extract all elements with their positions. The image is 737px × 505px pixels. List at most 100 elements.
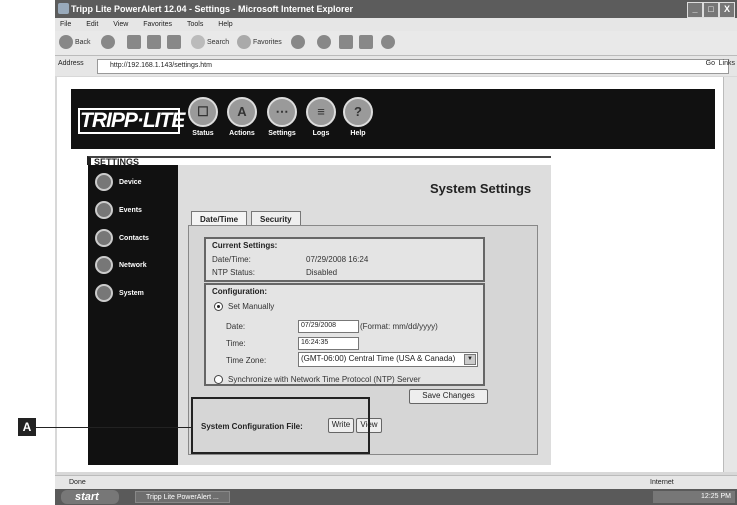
timezone-label: Time Zone: xyxy=(226,356,267,365)
sidebar-item-label: System xyxy=(119,289,144,297)
messenger-icon xyxy=(381,35,395,50)
stop-button[interactable] xyxy=(127,35,143,51)
nav-actions-label: Actions xyxy=(229,130,255,137)
contacts-icon xyxy=(95,229,113,247)
nav-logs-label: Logs xyxy=(312,130,330,137)
tripp-lite-logo: TRIPP·LITE xyxy=(78,108,185,134)
edit-icon xyxy=(359,35,373,50)
mail-button[interactable] xyxy=(317,35,333,51)
settings-icon: ⋯ xyxy=(267,97,297,127)
chevron-down-icon[interactable]: ▼ xyxy=(464,354,476,365)
status-icon: ☐ xyxy=(188,97,218,127)
forward-arrow-icon xyxy=(101,35,115,50)
nav-logs[interactable]: ≡ Logs xyxy=(301,97,341,137)
forward-button[interactable] xyxy=(101,35,117,51)
messenger-button[interactable] xyxy=(381,35,397,51)
ie-icon xyxy=(58,3,69,14)
stop-icon xyxy=(127,35,141,50)
minimize-button[interactable]: _ xyxy=(687,2,703,18)
timezone-select[interactable]: (GMT-06:00) Central Time (USA & Canada) ▼ xyxy=(298,352,478,367)
search-button[interactable]: Search xyxy=(191,35,229,51)
callout-line xyxy=(36,427,191,428)
datetime-label: Date/Time: xyxy=(212,255,251,264)
home-button[interactable] xyxy=(167,35,183,51)
back-label: Back xyxy=(75,39,91,46)
current-settings-heading: Current Settings: xyxy=(212,241,278,250)
nav-help[interactable]: ? Help xyxy=(338,97,378,137)
close-button[interactable]: X xyxy=(719,2,735,18)
nav-help-label: Help xyxy=(350,130,366,137)
datetime-value: 07/29/2008 16:24 xyxy=(306,255,369,264)
page-title: System Settings xyxy=(430,181,532,196)
taskbar-item-ie[interactable]: Tripp Lite PowerAlert ... xyxy=(135,491,230,503)
sidebar-item-contacts[interactable]: Contacts xyxy=(95,229,175,247)
history-button[interactable] xyxy=(291,35,307,51)
home-icon xyxy=(167,35,181,50)
network-icon xyxy=(95,256,113,274)
date-label: Date: xyxy=(226,322,246,331)
menu-help[interactable]: Help xyxy=(218,21,232,28)
timezone-value: (GMT-06:00) Central Time (USA & Canada) xyxy=(301,354,456,363)
device-icon xyxy=(95,173,113,191)
ntp-sync-option[interactable]: Synchronize with Network Time Protocol (… xyxy=(214,375,421,385)
print-button[interactable] xyxy=(339,35,355,51)
sidebar-item-label: Events xyxy=(119,206,142,214)
nav-settings[interactable]: ⋯ Settings xyxy=(262,97,302,137)
sidebar-item-network[interactable]: Network xyxy=(95,256,175,274)
address-input[interactable]: http://192.168.1.143/settings.htm xyxy=(97,59,729,74)
search-label: Search xyxy=(207,39,230,46)
menu-file[interactable]: File xyxy=(60,21,71,28)
maximize-button[interactable]: □ xyxy=(703,2,719,18)
date-input[interactable]: 07/29/2008 xyxy=(298,320,359,333)
configuration-heading: Configuration: xyxy=(212,287,268,296)
go-button[interactable]: Go xyxy=(706,60,715,67)
sidebar-item-label: Device xyxy=(119,178,142,186)
help-icon: ? xyxy=(343,97,373,127)
ntp-status-label: NTP Status: xyxy=(212,268,255,277)
nav-status[interactable]: ☐ Status xyxy=(183,97,223,137)
vertical-scrollbar[interactable] xyxy=(723,77,737,472)
sidebar-item-events[interactable]: Events xyxy=(95,201,175,219)
menu-bar: File Edit View Favorites Tools Help xyxy=(55,18,737,31)
save-changes-button[interactable]: Save Changes xyxy=(409,389,488,404)
ntp-sync-label: Synchronize with Network Time Protocol (… xyxy=(228,375,421,384)
status-bar: Done Internet xyxy=(55,475,737,489)
date-format-hint: (Format: mm/dd/yyyy) xyxy=(360,322,438,331)
start-button[interactable]: start xyxy=(61,490,119,504)
refresh-button[interactable] xyxy=(147,35,163,51)
history-icon xyxy=(291,35,305,50)
sidebar-item-device[interactable]: Device xyxy=(95,173,175,191)
callout-label: A xyxy=(18,418,36,436)
star-icon xyxy=(237,35,251,50)
mail-icon xyxy=(317,35,331,50)
set-manually-label: Set Manually xyxy=(228,302,275,311)
set-manually-option[interactable]: Set Manually xyxy=(214,302,275,312)
ntp-status-value: Disabled xyxy=(306,268,338,277)
nav-settings-label: Settings xyxy=(268,130,296,137)
address-label: Address xyxy=(58,60,84,67)
favorites-button[interactable]: Favorites xyxy=(237,35,282,51)
toolbar: Back Search Favorites xyxy=(55,31,737,56)
radio-unselected-icon xyxy=(214,375,223,385)
sidebar-item-label: Network xyxy=(119,261,147,269)
back-button[interactable]: Back xyxy=(59,35,91,51)
links-button[interactable]: Links xyxy=(719,60,735,67)
events-icon xyxy=(95,201,113,219)
sidebar-item-system[interactable]: System xyxy=(95,284,175,302)
configuration-box xyxy=(204,283,485,386)
menu-tools[interactable]: Tools xyxy=(187,21,203,28)
menu-edit[interactable]: Edit xyxy=(86,21,98,28)
nav-status-label: Status xyxy=(192,130,214,137)
time-input[interactable]: 16:24:35 xyxy=(298,337,359,350)
print-icon xyxy=(339,35,353,50)
callout-box xyxy=(191,397,370,454)
menu-favorites[interactable]: Favorites xyxy=(143,21,172,28)
nav-actions[interactable]: A Actions xyxy=(222,97,262,137)
sidebar-item-label: Contacts xyxy=(119,234,149,242)
edit-button[interactable] xyxy=(359,35,375,51)
status-text: Done xyxy=(69,479,86,486)
menu-view[interactable]: View xyxy=(113,21,128,28)
title-bar: Tripp Lite PowerAlert 12.04 - Settings -… xyxy=(55,0,737,18)
search-icon xyxy=(191,35,205,50)
section-label: SETTINGS xyxy=(87,156,551,167)
